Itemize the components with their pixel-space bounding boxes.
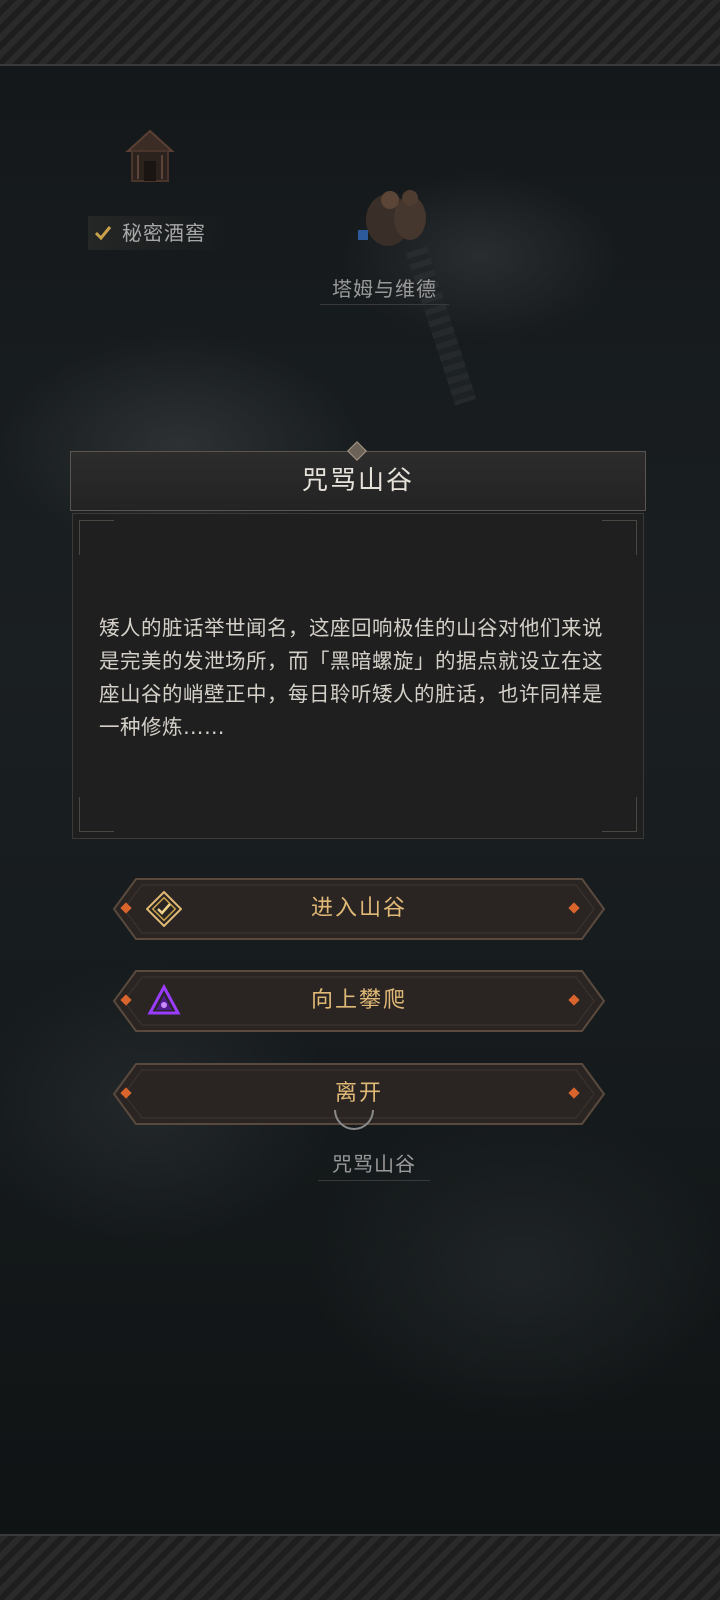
check-icon: [94, 226, 112, 241]
location-dialog: 咒骂山谷 矮人的脏话举世闻名，这座回响极佳的山谷对他们来说是完美的发泄场所，而「…: [70, 441, 648, 841]
enter-valley-label: 进入山谷: [310, 896, 407, 921]
dialog-description: 矮人的脏话举世闻名，这座回响极佳的山谷对他们来说是完美的发泄场所，而「黑暗螺旋」…: [99, 616, 603, 739]
climb-up-button[interactable]: 向上攀爬: [112, 969, 606, 1033]
top-ornate-frame: [0, 0, 720, 66]
map-label-tam-and-wade[interactable]: 塔姆与维德: [320, 274, 449, 305]
map-label-cursed-valley[interactable]: 咒骂山谷: [318, 1148, 430, 1181]
map-label-secret-cellar[interactable]: 秘密酒窖: [88, 216, 226, 250]
cellar-hut-icon[interactable]: [122, 125, 178, 187]
secret-cellar-label: 秘密酒窖: [122, 221, 206, 245]
climb-up-label: 向上攀爬: [310, 988, 407, 1013]
tam-and-wade-figures-icon[interactable]: [352, 180, 436, 256]
corner-ornament: [602, 797, 637, 832]
bottom-ornate-frame: [0, 1534, 720, 1600]
corner-ornament: [79, 520, 114, 555]
dialog-header: 咒骂山谷: [70, 451, 646, 511]
dialog-title: 咒骂山谷: [301, 466, 414, 496]
rock-stairs-terrain: [405, 246, 477, 406]
dialog-body: 矮人的脏话举世闻名，这座回响极佳的山谷对他们来说是完美的发泄场所，而「黑暗螺旋」…: [72, 513, 644, 839]
corner-ornament: [79, 797, 114, 832]
enter-valley-button[interactable]: 进入山谷: [112, 877, 606, 941]
corner-ornament: [602, 520, 637, 555]
